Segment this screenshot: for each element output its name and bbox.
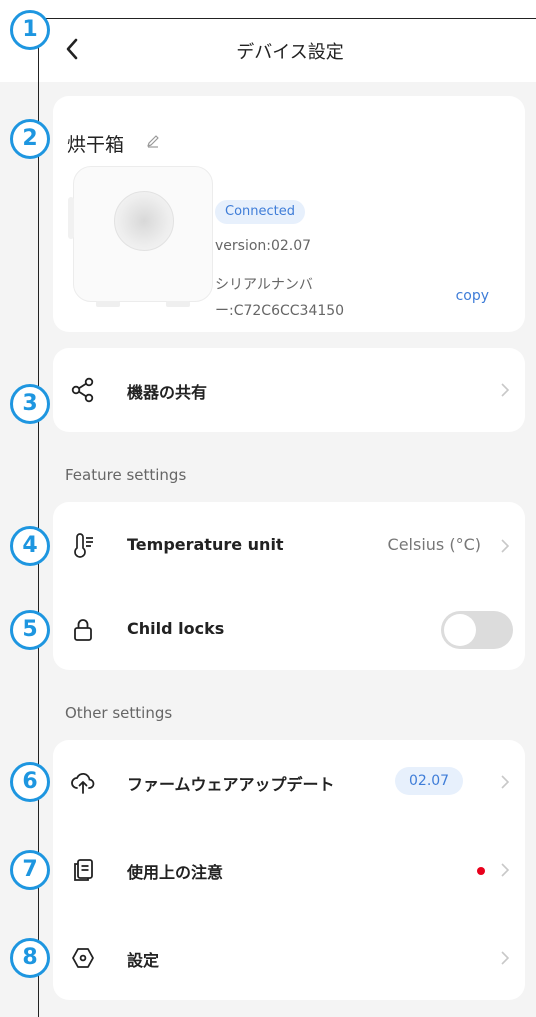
annotation-badge: 3 [10,384,50,424]
share-label: 機器の共有 [127,383,208,402]
section-label-feature: Feature settings [65,466,187,484]
settings-label: 設定 [127,951,160,970]
share-card: 機器の共有 [53,348,525,432]
edit-icon[interactable] [145,133,161,149]
chevron-right-icon [501,539,510,553]
alert-dot [477,867,485,875]
device-name: 烘干箱 [67,134,125,156]
copy-button[interactable]: copy [456,288,489,304]
feature-settings-card: Temperature unit Celsius (°C) Child lock… [53,502,525,670]
chevron-right-icon [501,863,510,877]
annotation-badge: 6 [10,762,50,802]
section-label-other: Other settings [65,704,173,722]
other-settings-card: ファームウェアアップデート 02.07 使用上の注意 設定 [53,740,525,1000]
device-card: 烘干箱 Connected version:02.07 シリアルナンバ ー:C7… [53,96,525,332]
annotation-line [38,18,536,19]
annotation-badge: 8 [10,938,50,978]
serial-number-value: ー:C72C6CC34150 [215,303,345,319]
chevron-right-icon [501,775,510,789]
device-version: version:02.07 [215,238,312,254]
page-title: デバイス設定 [236,42,344,63]
share-device-item[interactable]: 機器の共有 [53,348,525,432]
lock-icon [74,619,92,641]
firmware-update-label: ファームウェアアップデート [127,775,335,794]
temperature-unit-item[interactable]: Temperature unit Celsius (°C) [53,504,525,588]
settings-item[interactable]: 設定 [53,916,525,1000]
child-lock-label: Child locks [127,619,225,638]
firmware-update-item[interactable]: ファームウェアアップデート 02.07 [53,740,525,824]
notes-icon [74,859,93,881]
annotation-badge: 5 [10,610,50,650]
device-image [68,166,213,307]
child-lock-item: Child locks [53,588,525,672]
serial-number-label: シリアルナンバ [215,277,313,293]
child-lock-toggle[interactable] [441,611,513,649]
annotation-badge: 2 [10,119,50,159]
share-icon [71,377,94,403]
status-badge: Connected [215,200,306,224]
usage-notes-item[interactable]: 使用上の注意 [53,828,525,912]
firmware-version-badge: 02.07 [395,767,464,795]
annotation-badge: 4 [10,526,50,566]
settings-hex-icon [72,948,94,968]
temperature-unit-value: Celsius (°C) [387,535,481,554]
annotation-badge: 7 [10,850,50,890]
chevron-right-icon [501,383,510,397]
toggle-knob [444,614,476,646]
cloud-upload-icon [71,772,95,794]
annotation-badge: 1 [10,10,50,50]
usage-notes-label: 使用上の注意 [127,863,224,882]
thermometer-icon [74,533,93,558]
temperature-unit-label: Temperature unit [127,535,284,554]
chevron-right-icon [501,951,510,965]
